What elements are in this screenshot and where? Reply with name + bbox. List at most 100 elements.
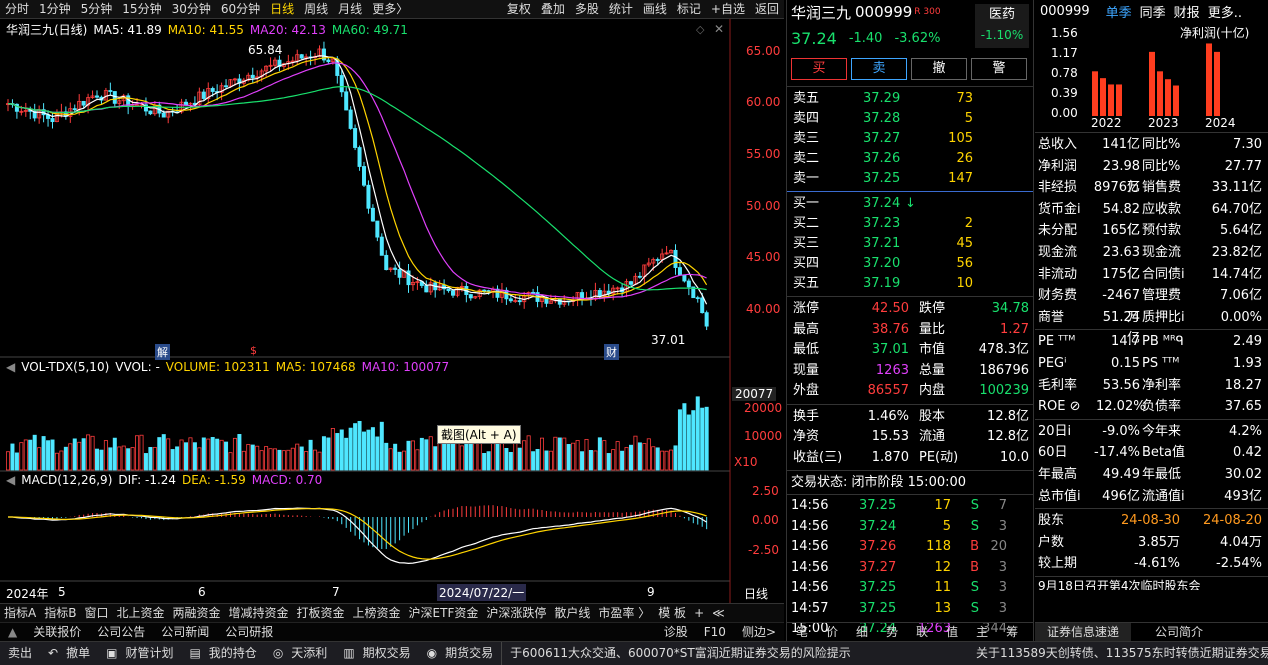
f10-button[interactable]: F10 xyxy=(696,623,734,641)
ask-row[interactable]: 卖五 37.29 73 xyxy=(793,89,1033,109)
tab-research[interactable]: 公司研报 xyxy=(217,623,281,641)
bid-row[interactable]: 买五 37.19 10 xyxy=(793,274,1033,294)
tab-retail-line[interactable]: 散户线 xyxy=(550,604,594,622)
tab-securities-news[interactable]: 证券信息速递 xyxy=(1035,623,1132,641)
sell-button[interactable]: 卖 xyxy=(851,58,907,80)
tab-chips[interactable]: 筹 xyxy=(997,623,1027,641)
tab-limit-funds[interactable]: 打板资金 xyxy=(293,604,349,622)
tab-report[interactable]: 财报 xyxy=(1174,2,1200,21)
fin-x-label: 2024 xyxy=(1205,116,1236,130)
plan-icon[interactable]: ▣ xyxy=(98,642,125,665)
sector-box[interactable]: 医药 -1.10% xyxy=(975,4,1029,48)
tab-more[interactable]: 更多.. xyxy=(1208,2,1242,21)
tab-company-profile[interactable]: 公司简介 xyxy=(1131,623,1227,641)
back-button[interactable]: 返回 xyxy=(750,0,784,19)
fin-label: 同比% xyxy=(1142,158,1181,174)
event-marker-dividend[interactable]: $ xyxy=(250,344,257,357)
add-tab-button[interactable]: + xyxy=(690,604,708,622)
tab-limit-up-down[interactable]: 沪深涨跌停 xyxy=(482,604,550,622)
mark-button[interactable]: 标记 xyxy=(672,0,706,19)
cancel-order-link[interactable]: 撤单 xyxy=(66,642,98,665)
finance-plan-link[interactable]: 财管计划 xyxy=(125,642,181,665)
close-icon[interactable]: ✕ xyxy=(714,22,724,36)
diagnose-button[interactable]: 诊股 xyxy=(656,623,696,641)
holding-icon[interactable]: ▤ xyxy=(181,642,208,665)
collapse-button[interactable]: ≪ xyxy=(708,604,729,622)
period-tab-more[interactable]: 更多〉 xyxy=(367,0,413,19)
event-marker-unlock[interactable]: 解 xyxy=(155,344,170,360)
ask-row[interactable]: 卖一 37.25 147 xyxy=(793,169,1033,189)
notice-text[interactable]: 9月18日召开第4次临时股东会 xyxy=(1035,575,1268,590)
fin-bottom-tabs: 证券信息速递 公司简介 xyxy=(1035,622,1268,641)
overlay-button[interactable]: 叠加 xyxy=(536,0,570,19)
period-tab[interactable]: 15分钟 xyxy=(117,0,166,19)
tab-indicator-b[interactable]: 指标B xyxy=(40,604,80,622)
tab-list-funds[interactable]: 上榜资金 xyxy=(349,604,405,622)
cancel-order-button[interactable]: 撤 xyxy=(911,58,967,80)
options-link[interactable]: 期权交易 xyxy=(363,642,419,665)
multi-stock-button[interactable]: 多股 xyxy=(570,0,604,19)
tab-template[interactable]: 模 板 xyxy=(654,604,690,622)
chart-area[interactable]: 华润三九(日线) MA5: 41.89 MA10: 41.55 MA20: 42… xyxy=(0,19,784,603)
tiantianli-link[interactable]: 天添利 xyxy=(291,642,335,665)
period-tab[interactable]: 周线 xyxy=(299,0,333,19)
period-tab[interactable]: 5分钟 xyxy=(76,0,118,19)
period-tab[interactable]: 分时 xyxy=(0,0,34,19)
holdings-link[interactable]: 我的持仓 xyxy=(209,642,265,665)
sell-link[interactable]: 卖出 xyxy=(0,642,40,665)
tab-ticks[interactable]: 笔 xyxy=(787,623,817,641)
tab-detail[interactable]: 细 xyxy=(847,623,877,641)
kline-chart[interactable] xyxy=(0,19,784,603)
tab-pe[interactable]: 市盈率 〉 xyxy=(594,604,654,622)
bid-row[interactable]: 买一 37.24 ↓ xyxy=(793,194,1033,214)
period-tab[interactable]: 1分钟 xyxy=(34,0,76,19)
tab-margin[interactable]: 两融资金 xyxy=(168,604,224,622)
period-tab[interactable]: 30分钟 xyxy=(167,0,216,19)
risk-notice[interactable]: 于600611大众交通、600070*ST富润近期证券交易的风险提示 xyxy=(501,642,968,665)
ask-row[interactable]: 卖四 37.28 5 xyxy=(793,109,1033,129)
menu-arrow-icon[interactable]: ◀ xyxy=(6,360,15,374)
ask-row[interactable]: 卖二 37.26 26 xyxy=(793,149,1033,169)
tab-trend[interactable]: 势 xyxy=(877,623,907,641)
bid-row[interactable]: 买二 37.23 2 xyxy=(793,214,1033,234)
restore-right-button[interactable]: 复权 xyxy=(502,0,536,19)
undo-icon[interactable]: ↶ xyxy=(40,642,66,665)
futures-link[interactable]: 期货交易 xyxy=(445,642,501,665)
bid-row[interactable]: 买三 37.21 45 xyxy=(793,234,1033,254)
vvol-value: VVOL: - xyxy=(115,360,160,374)
diamond-icon[interactable]: ◇ xyxy=(696,23,704,36)
sidebar-button[interactable]: 侧边> xyxy=(734,623,784,641)
risk-notice-2[interactable]: 关于113589天创转债、113575东时转债近期证券交易 xyxy=(968,642,1268,665)
period-tab[interactable]: 月线 xyxy=(333,0,367,19)
event-marker-report[interactable]: 财 xyxy=(604,344,619,360)
tab-northbound[interactable]: 北上资金 xyxy=(112,604,168,622)
period-tab[interactable]: 60分钟 xyxy=(216,0,265,19)
tab-main[interactable]: 主 xyxy=(967,623,997,641)
tab-announcement[interactable]: 公司公告 xyxy=(89,623,153,641)
statistics-button[interactable]: 统计 xyxy=(604,0,638,19)
tab-value[interactable]: 值 xyxy=(937,623,967,641)
buy-button[interactable]: 买 xyxy=(791,58,847,80)
fin-label: 预付款 xyxy=(1142,223,1182,239)
option-icon[interactable]: ▥ xyxy=(335,642,362,665)
bid-row[interactable]: 买四 37.20 56 xyxy=(793,254,1033,274)
tab-window[interactable]: 窗口 xyxy=(80,604,112,622)
draw-line-button[interactable]: 画线 xyxy=(638,0,672,19)
tab-indicator-a[interactable]: 指标A xyxy=(0,604,40,622)
tab-same-quarter[interactable]: 同季 xyxy=(1140,2,1166,21)
alert-button[interactable]: 警 xyxy=(971,58,1027,80)
period-tab-daily[interactable]: 日线 xyxy=(265,0,299,19)
menu-arrow-icon[interactable]: ◀ xyxy=(6,473,15,487)
ask-row[interactable]: 卖三 37.27 105 xyxy=(793,129,1033,149)
tab-news[interactable]: 公司新闻 xyxy=(153,623,217,641)
tab-holding-change[interactable]: 增减持资金 xyxy=(225,604,293,622)
volume-bar xyxy=(455,439,460,471)
tab-etf-funds[interactable]: 沪深ETF资金 xyxy=(405,604,483,622)
futures-icon[interactable]: ◉ xyxy=(419,642,445,665)
tab-price[interactable]: 价 xyxy=(817,623,847,641)
tab-related-quote[interactable]: 关联报价 xyxy=(25,623,89,641)
add-watchlist-button[interactable]: +自选 xyxy=(706,0,750,19)
tab-linked[interactable]: 联 xyxy=(907,623,937,641)
tab-single-quarter[interactable]: 单季 xyxy=(1106,2,1132,21)
coin-icon[interactable]: ◎ xyxy=(265,642,291,665)
